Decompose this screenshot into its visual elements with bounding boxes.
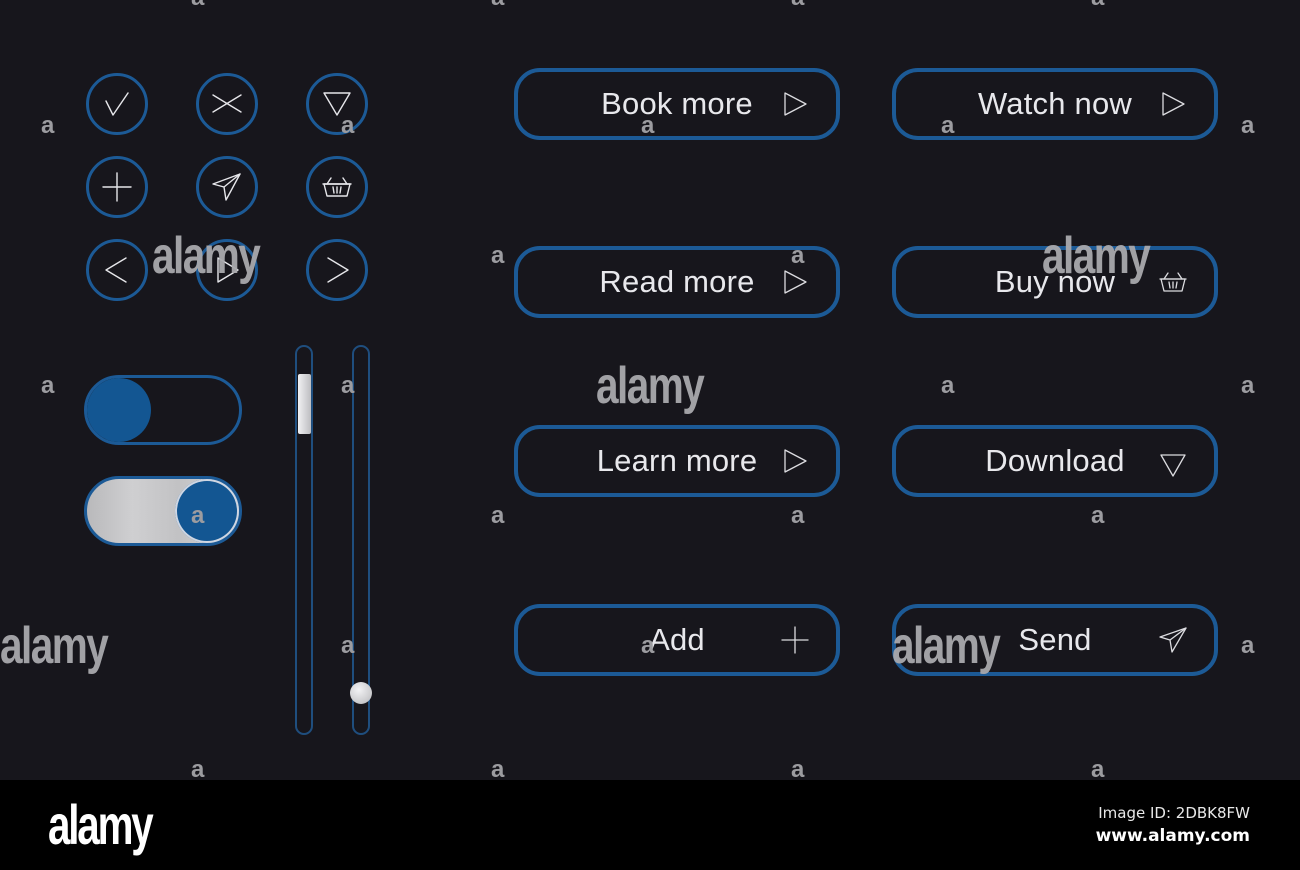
plus-icon — [102, 172, 132, 202]
down-button[interactable] — [306, 73, 368, 135]
watermark-logo: alamy — [596, 357, 705, 415]
watermark-mark: a — [941, 112, 955, 139]
add-pill-button[interactable]: Add — [514, 604, 840, 676]
toggle-switch-off[interactable] — [84, 375, 242, 445]
learn-more-button[interactable]: Learn more — [514, 425, 840, 497]
check-button[interactable] — [86, 73, 148, 135]
watermark-logo: alamy — [1042, 227, 1151, 285]
watermark-mark: a — [341, 632, 355, 659]
image-id-text: Image ID: 2DBK8FW — [1098, 804, 1250, 822]
next-button[interactable] — [306, 239, 368, 301]
close-button[interactable] — [196, 73, 258, 135]
watermark-mark: a — [791, 242, 805, 269]
triangle-down-icon — [1160, 454, 1186, 477]
chevron-left-icon — [105, 257, 127, 283]
previous-button[interactable] — [86, 239, 148, 301]
toggle-knob — [175, 479, 239, 543]
watermark-mark: a — [191, 502, 205, 529]
watermark-mark: a — [491, 242, 505, 269]
slider-thumb[interactable] — [350, 682, 372, 704]
watermark-mark: a — [491, 502, 505, 529]
paper-plane-icon — [212, 173, 241, 201]
watermark-mark: a — [341, 112, 355, 139]
watermark-logo: alamy — [0, 617, 109, 675]
watermark-logo: alamy — [892, 617, 1001, 675]
watermark-mark: a — [791, 502, 805, 529]
watermark-mark: a — [791, 0, 804, 12]
toggle-switch-on[interactable] — [84, 476, 242, 546]
slider-thumb[interactable] — [298, 374, 311, 434]
check-icon — [105, 92, 129, 116]
play-icon — [784, 92, 807, 116]
watermark-logo: alamy — [152, 227, 261, 285]
watermark-mark: a — [41, 372, 55, 399]
watermark-mark: a — [191, 0, 204, 12]
vertical-slider-1[interactable] — [295, 345, 313, 735]
plus-icon — [781, 626, 809, 654]
chevron-right-icon — [327, 257, 349, 283]
send-button[interactable] — [196, 156, 258, 218]
add-button[interactable] — [86, 156, 148, 218]
play-icon — [784, 449, 807, 473]
watermark-mark: a — [641, 632, 655, 659]
watermark-mark: a — [1241, 112, 1255, 139]
play-icon — [1162, 92, 1185, 116]
watermark-mark: a — [341, 372, 355, 399]
watermark-mark: a — [641, 112, 655, 139]
watermark-mark: a — [1091, 502, 1105, 529]
watermark-mark: a — [941, 372, 955, 399]
watermark-mark: a — [1091, 0, 1104, 12]
ui-kit-canvas: Book more Watch now Read more Buy now Le… — [0, 0, 1300, 783]
download-button[interactable]: Download — [892, 425, 1218, 497]
basket-icon — [1159, 272, 1187, 292]
watermark-mark: a — [1241, 632, 1255, 659]
play-icon — [784, 270, 807, 294]
site-url-text: www.alamy.com — [1095, 826, 1250, 846]
close-icon — [212, 94, 242, 113]
watermark-mark: a — [41, 112, 55, 139]
watermark-mark: a — [491, 0, 504, 12]
footer-logo: alamy — [48, 793, 154, 856]
watermark-footer: alamy Image ID: 2DBK8FW www.alamy.com — [0, 780, 1300, 870]
book-more-button[interactable]: Book more — [514, 68, 840, 140]
basket-icon — [322, 177, 352, 197]
watermark-mark: a — [1241, 372, 1255, 399]
vertical-slider-2[interactable] — [350, 345, 372, 735]
toggle-knob — [87, 378, 151, 442]
basket-button[interactable] — [306, 156, 368, 218]
paper-plane-icon — [1159, 627, 1187, 653]
